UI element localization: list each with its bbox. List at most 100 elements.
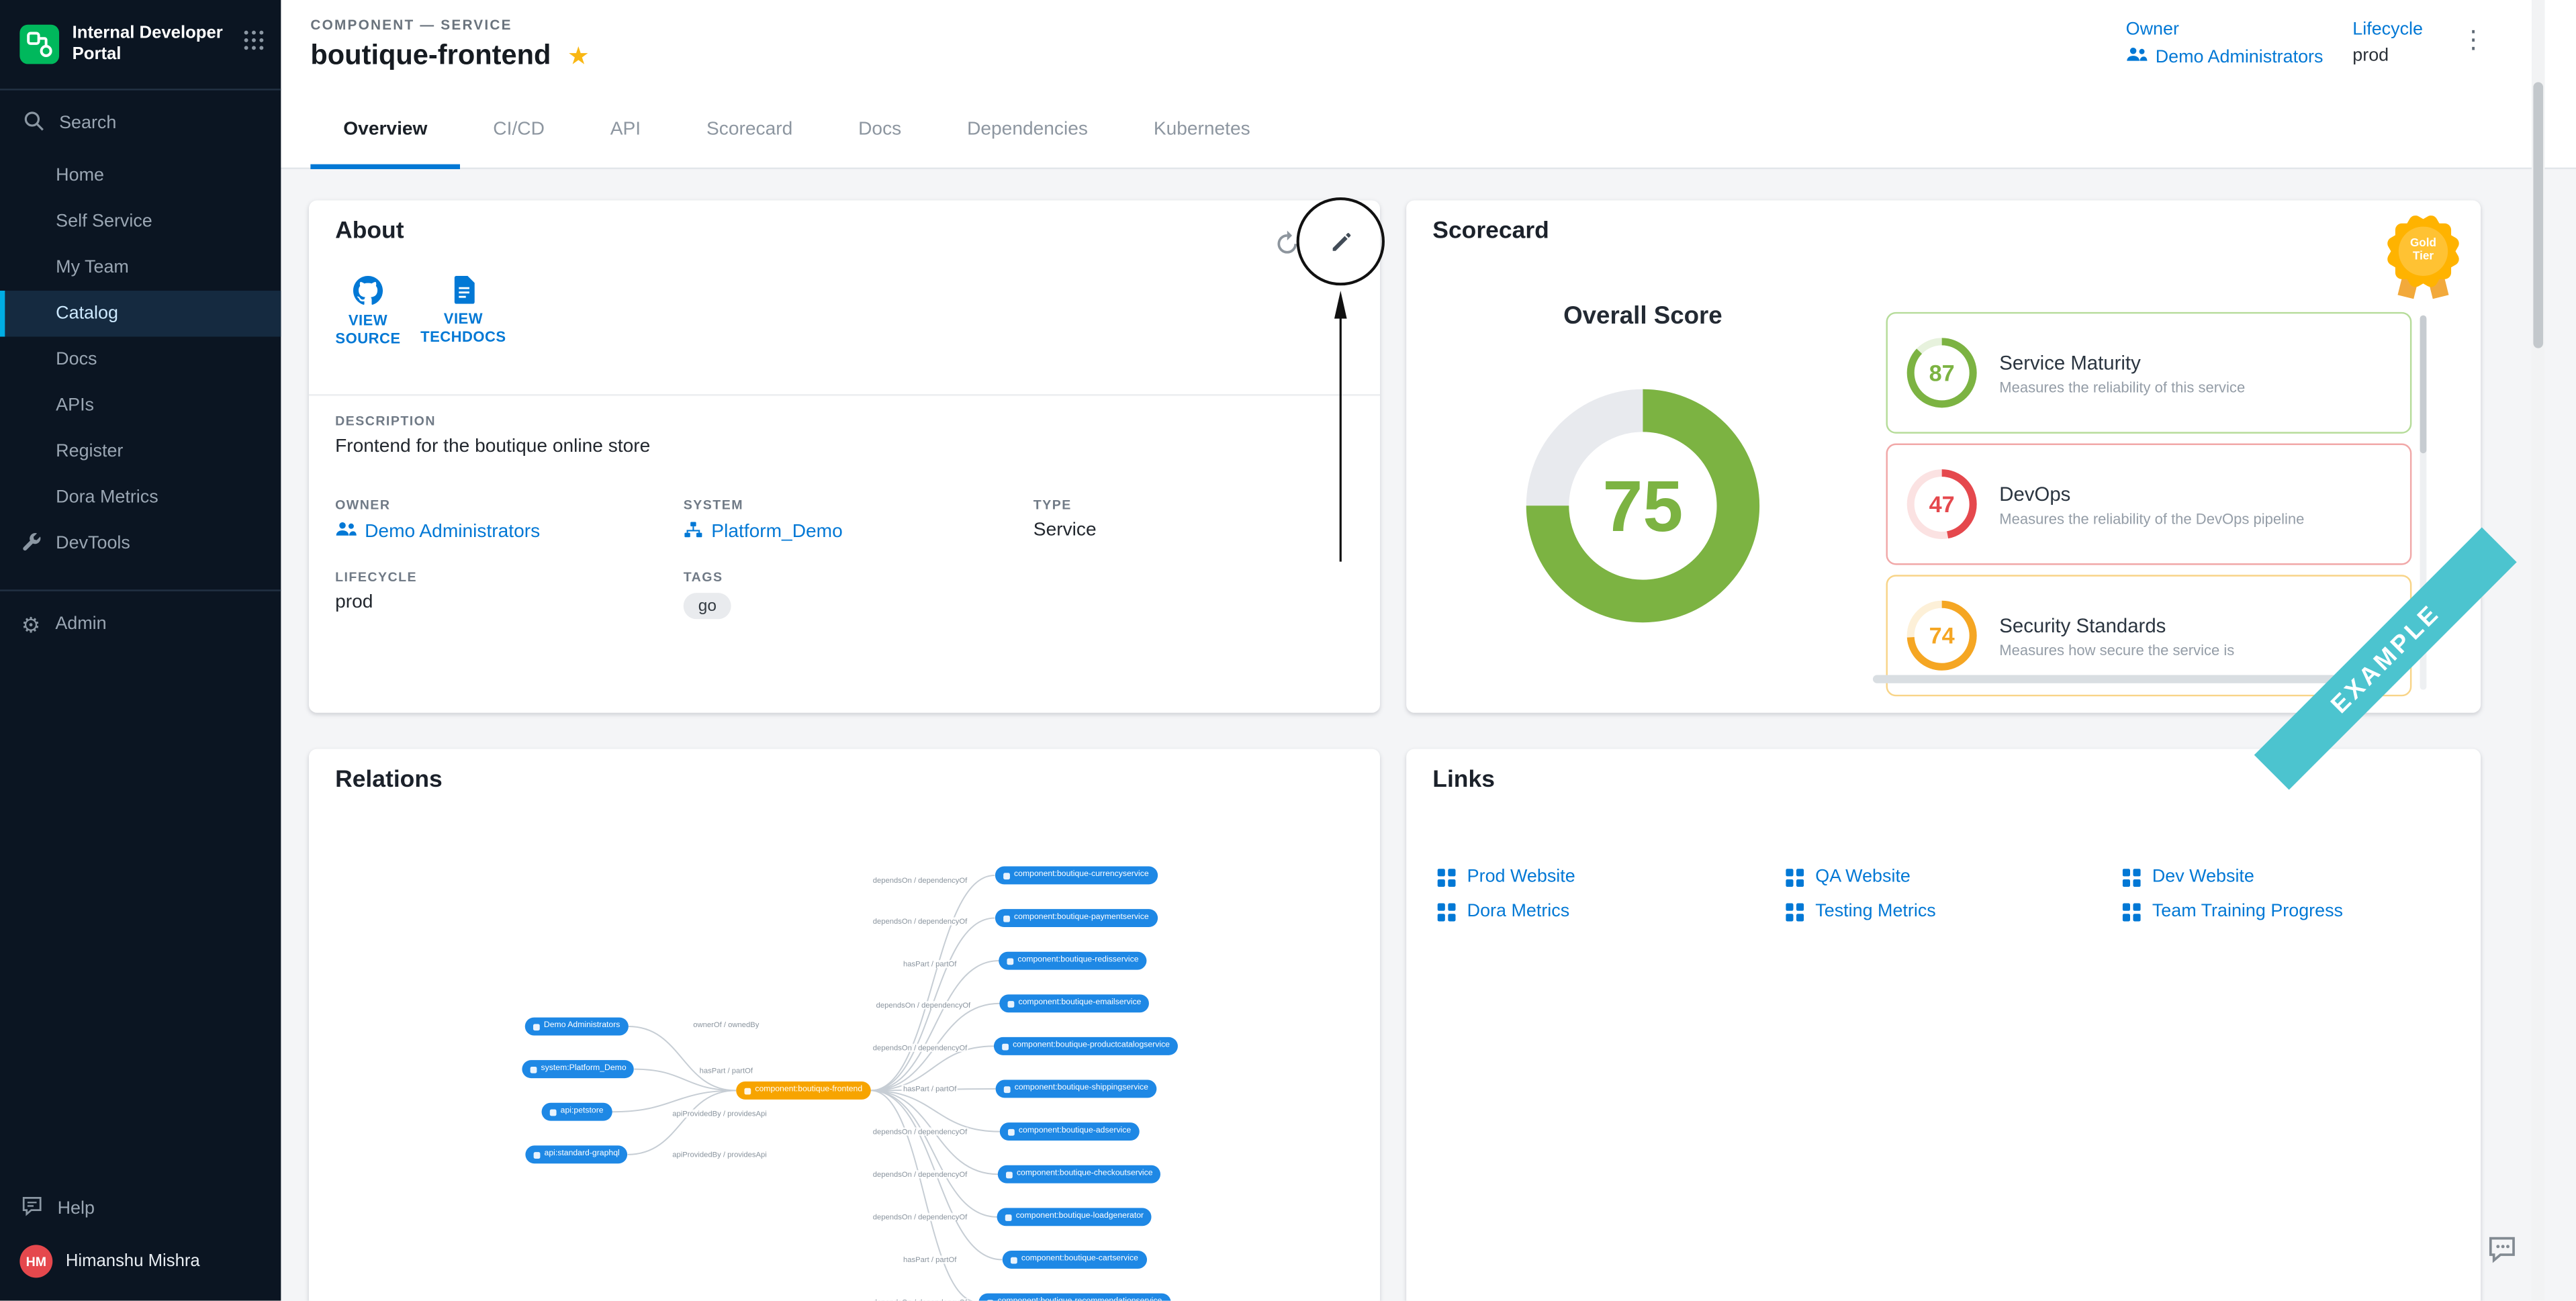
sidebar-item-self-service[interactable]: Self Service [0, 199, 281, 246]
score-row-service-maturity[interactable]: 87Service MaturityMeasures the reliabili… [1886, 312, 2412, 434]
grid-icon [1786, 902, 1804, 920]
graph-node-cart[interactable]: component:boutique-cartservice [1003, 1251, 1146, 1269]
tab-scorecard[interactable]: Scorecard [674, 93, 825, 169]
graph-node-system[interactable]: system:Platform_Demo [522, 1060, 635, 1078]
entity-icon [533, 1023, 540, 1030]
system-field-label: SYSTEM [684, 497, 843, 512]
tab-label: Kubernetes [1154, 119, 1250, 138]
graph-node-redis[interactable]: component:boutique-redisservice [999, 952, 1147, 970]
graph-node-owner[interactable]: Demo Administrators [525, 1018, 629, 1036]
score-row-devops[interactable]: 47DevOpsMeasures the reliability of the … [1886, 444, 2412, 565]
link-qa-website[interactable]: QA Website [1786, 867, 2123, 887]
scrollbar-thumb[interactable] [2420, 316, 2427, 454]
owner-field: OWNER Demo Administrators [335, 497, 540, 542]
graph-node-label: component:boutique-shippingservice [1015, 1085, 1148, 1093]
score-list: 87Service MaturityMeasures the reliabili… [1886, 312, 2412, 706]
system-field: SYSTEM Platform_Demo [684, 497, 843, 544]
tag-chip[interactable]: go [684, 593, 731, 619]
graph-node-recommendation[interactable]: component:boutique-recommendationservice [978, 1294, 1170, 1301]
sidebar-item-devtools[interactable]: DevTools [0, 521, 281, 567]
owner-label[interactable]: Owner [2126, 19, 2324, 39]
tab-api[interactable]: API [578, 93, 674, 169]
relations-graph-edges [309, 749, 1380, 1301]
tab-ci-cd[interactable]: CI/CD [460, 93, 577, 169]
tags-field: TAGS go [684, 570, 731, 619]
description-field: DESCRIPTION Frontend for the boutique on… [335, 414, 650, 457]
user-menu[interactable]: HM Himanshu Mishra [0, 1232, 281, 1291]
tab-overview[interactable]: Overview [310, 93, 460, 169]
sidebar-item-apis[interactable]: APIs [0, 383, 281, 430]
tab-bar: OverviewCI/CDAPIScorecardDocsDependencie… [287, 93, 2576, 169]
admin-label: Admin [55, 615, 106, 634]
graph-edge-label: hasPart / partOf [902, 1255, 958, 1263]
sidebar-item-my-team[interactable]: My Team [0, 245, 281, 291]
graph-edge-label: dependsOn / dependencyOf [871, 1298, 968, 1301]
link-team-training-progress[interactable]: Team Training Progress [2123, 902, 2343, 921]
graph-node-payment[interactable]: component:boutique-paymentservice [995, 909, 1157, 927]
graph-node-api1[interactable]: api:petstore [542, 1103, 612, 1121]
sidebar-item-admin[interactable]: ⚙ Admin [0, 601, 281, 648]
avatar: HM [19, 1245, 52, 1278]
graph-edge-label: hasPart / partOf [902, 960, 958, 968]
graph-node-checkout[interactable]: component:boutique-checkoutservice [998, 1165, 1161, 1184]
app-root: Internal Developer Portal Search HomeSel… [0, 0, 2576, 1301]
sidebar-search[interactable]: Search [0, 91, 281, 143]
link-testing-metrics[interactable]: Testing Metrics [1786, 902, 2123, 921]
sidebar-nav: HomeSelf ServiceMy TeamCatalogDocsAPIsRe… [0, 153, 281, 521]
tab-docs[interactable]: Docs [825, 93, 934, 169]
system-icon [684, 521, 703, 544]
graph-node-label: component:boutique-adservice [1019, 1127, 1131, 1135]
graph-node-label: component:boutique-loadgenerator [1016, 1213, 1144, 1221]
apps-grid-icon[interactable] [243, 30, 265, 59]
sidebar-item-help[interactable]: Help [0, 1186, 281, 1232]
support-chat-icon[interactable] [2484, 1232, 2520, 1268]
links-card: Links Prod WebsiteQA WebsiteDev WebsiteD… [1406, 749, 2481, 1301]
entity-icon [1007, 957, 1013, 964]
graph-node-center[interactable]: component:boutique-frontend [736, 1081, 870, 1100]
entity-icon [550, 1108, 557, 1115]
sidebar-item-home[interactable]: Home [0, 153, 281, 199]
system-field-value[interactable]: Platform_Demo [684, 521, 843, 544]
graph-node-email[interactable]: component:boutique-emailservice [999, 994, 1149, 1012]
people-icon [335, 521, 357, 542]
refresh-icon[interactable] [1270, 227, 1303, 260]
kebab-menu-icon[interactable]: ⋮ [2461, 25, 2486, 54]
score-list-horizontal-scrollbar[interactable] [1873, 675, 2356, 683]
graph-node-label: component:boutique-currencyservice [1014, 871, 1149, 879]
graph-node-api2[interactable]: api:standard-graphql [525, 1145, 628, 1163]
score-name: DevOps [1999, 482, 2304, 505]
sidebar-item-catalog[interactable]: Catalog [0, 291, 281, 338]
tab-kubernetes[interactable]: Kubernetes [1121, 93, 1283, 169]
score-gauge: 87 [1904, 335, 1980, 411]
favorite-star-icon[interactable]: ★ [567, 44, 590, 68]
owner-field-value[interactable]: Demo Administrators [335, 521, 540, 542]
page-scrollbar[interactable] [2532, 0, 2545, 1301]
sidebar-item-docs[interactable]: Docs [0, 337, 281, 383]
owner-value[interactable]: Demo Administrators [2126, 46, 2324, 68]
graph-node-ad[interactable]: component:boutique-adservice [1000, 1122, 1140, 1141]
about-card-title: About [335, 218, 404, 244]
grid-icon [1786, 868, 1804, 886]
gear-icon: ⚙ [21, 614, 41, 635]
sidebar-item-dora-metrics[interactable]: Dora Metrics [0, 475, 281, 522]
entity-icon [534, 1151, 541, 1158]
tab-dependencies[interactable]: Dependencies [934, 93, 1121, 169]
edit-pencil-icon[interactable] [1324, 225, 1357, 258]
link-dora-metrics[interactable]: Dora Metrics [1438, 902, 1786, 921]
score-description: Measures the reliability of this service [1999, 379, 2245, 395]
link-prod-website[interactable]: Prod Website [1438, 867, 1786, 887]
scrollbar-thumb[interactable] [2533, 82, 2543, 348]
view-techdocs-link[interactable]: VIEW TECHDOCS [417, 276, 509, 347]
view-source-link[interactable]: VIEW SOURCE [322, 276, 414, 349]
link-label: Dora Metrics [1467, 902, 1570, 921]
graph-node-shipping[interactable]: component:boutique-shippingservice [996, 1080, 1157, 1098]
graph-node-currency[interactable]: component:boutique-currencyservice [995, 866, 1157, 884]
score-gauge: 47 [1904, 467, 1980, 542]
link-dev-website[interactable]: Dev Website [2123, 867, 2343, 887]
graph-node-loadgen[interactable]: component:boutique-loadgenerator [997, 1208, 1152, 1226]
entity-icon [1003, 872, 1010, 879]
sidebar-item-register[interactable]: Register [0, 429, 281, 475]
graph-node-productcatalog[interactable]: component:boutique-productcatalogservice [994, 1037, 1178, 1055]
link-label: Dev Website [2152, 867, 2254, 887]
lifecycle-label[interactable]: Lifecycle [2352, 19, 2423, 39]
